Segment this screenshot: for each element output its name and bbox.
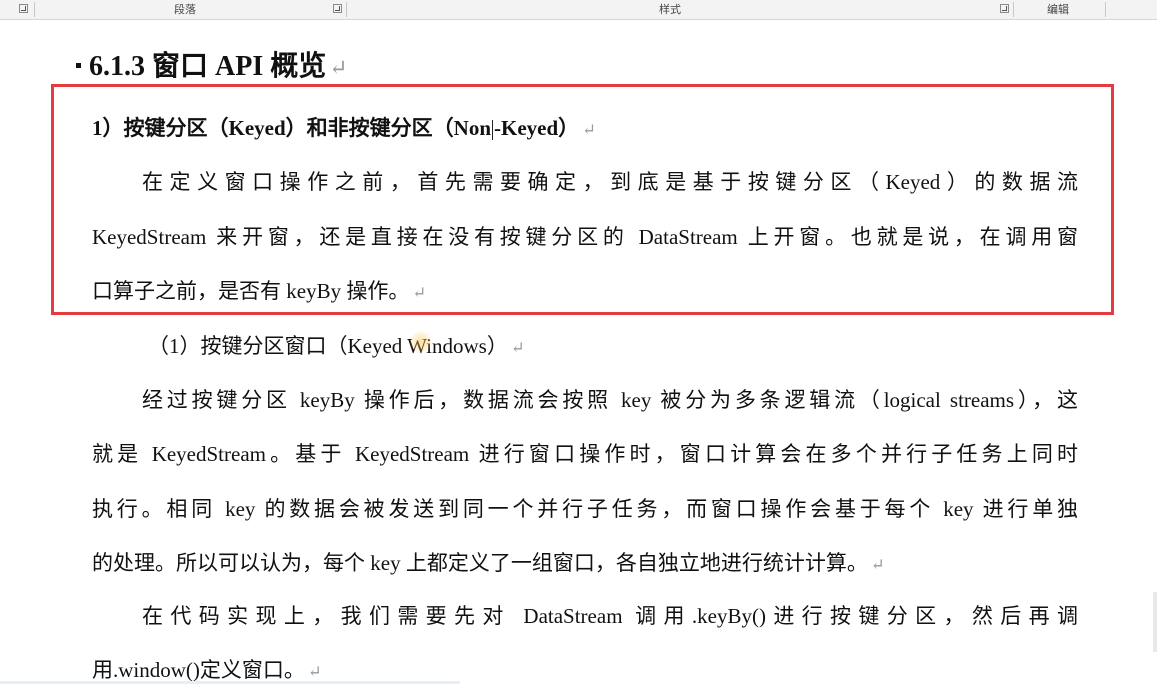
- body-line: KeyedStream 来开窗，还是直接在没有按键分区的 DataStream …: [92, 225, 1078, 249]
- ribbon-separator: [1013, 2, 1014, 17]
- body-line: 在定义窗口操作之前，首先需要确定，到底是基于按键分区（Keyed）的数据流: [142, 170, 1078, 194]
- document-page[interactable]: 6.1.3 窗口 API 概览 ↵ 1）按键分区（Keyed）和非按键分区（Non…: [0, 20, 1157, 684]
- mouse-pointer-highlight: [410, 331, 432, 353]
- paragraph-mark-icon: ↵: [510, 338, 525, 357]
- heading-text: 6.1.3 窗口 API 概览: [89, 51, 327, 82]
- ribbon-group-paragraph-label: 段落: [174, 3, 196, 16]
- subsection-title: 1）按键分区（Keyed）和非按键分区（Non -Keyed） ↵: [92, 112, 596, 142]
- paragraph-mark-icon: ↵: [329, 56, 348, 80]
- paragraph-dialog-launcher-icon[interactable]: [333, 4, 342, 13]
- ribbon-separator: [34, 2, 35, 17]
- paragraph-mark-icon: ↵: [307, 662, 322, 681]
- body-line: 执行。相同 key 的数据会被发送到同一个并行子任务，而窗口操作会基于每个 ke…: [92, 497, 1078, 521]
- subsubsection-title: （1）按键分区窗口（Keyed Windows） ↵: [148, 330, 525, 360]
- body-line: 在代码实现上，我们需要先对 DataStream 调用.keyBy()进行按键分…: [142, 604, 1078, 628]
- section-heading: 6.1.3 窗口 API 概览 ↵: [76, 44, 348, 84]
- styles-dialog-launcher-icon[interactable]: [1000, 4, 1009, 13]
- window-edge: [1153, 592, 1157, 652]
- paragraph-mark-icon: ↵: [870, 555, 885, 574]
- heading-bullet-icon: [76, 63, 81, 69]
- body-line: 经过按键分区 keyBy 操作后，数据流会按照 key 被分为多条逻辑流（log…: [142, 388, 1078, 412]
- subsection-title-part-a: 1）按键分区（Keyed）和非按键分区（Non: [92, 116, 491, 140]
- subsubsection-title-text: （1）按键分区窗口（Keyed Windows）: [148, 334, 508, 358]
- body-line-last: 用.window()定义窗口。 ↵: [92, 654, 322, 684]
- paragraph-mark-icon: ↵: [412, 283, 427, 302]
- clipboard-dialog-launcher-icon[interactable]: [19, 4, 28, 13]
- paragraph-mark-icon: ↵: [582, 120, 596, 139]
- ribbon-separator: [1105, 2, 1106, 17]
- body-line-last: 口算子之前，是否有 keyBy 操作。 ↵: [92, 275, 426, 305]
- ribbon-separator: [346, 2, 347, 17]
- ribbon-group-bar: 段落 样式 编辑: [0, 0, 1157, 20]
- body-line: 就是 KeyedStream。基于 KeyedStream 进行窗口操作时，窗口…: [92, 442, 1078, 466]
- ribbon-group-editing-label: 编辑: [1047, 3, 1069, 16]
- subsection-title-part-b: -Keyed）: [494, 116, 580, 140]
- body-line-last: 的处理。所以可以认为，每个 key 上都定义了一组窗口，各自独立地进行统计计算。…: [92, 547, 885, 577]
- ribbon-group-styles-label: 样式: [659, 3, 681, 16]
- text-cursor: [492, 120, 493, 141]
- body-line-text: 用.window()定义窗口。: [92, 658, 305, 682]
- body-line-text: 的处理。所以可以认为，每个 key 上都定义了一组窗口，各自独立地进行统计计算。: [92, 551, 868, 575]
- body-line-text: 口算子之前，是否有 keyBy 操作。: [92, 279, 410, 303]
